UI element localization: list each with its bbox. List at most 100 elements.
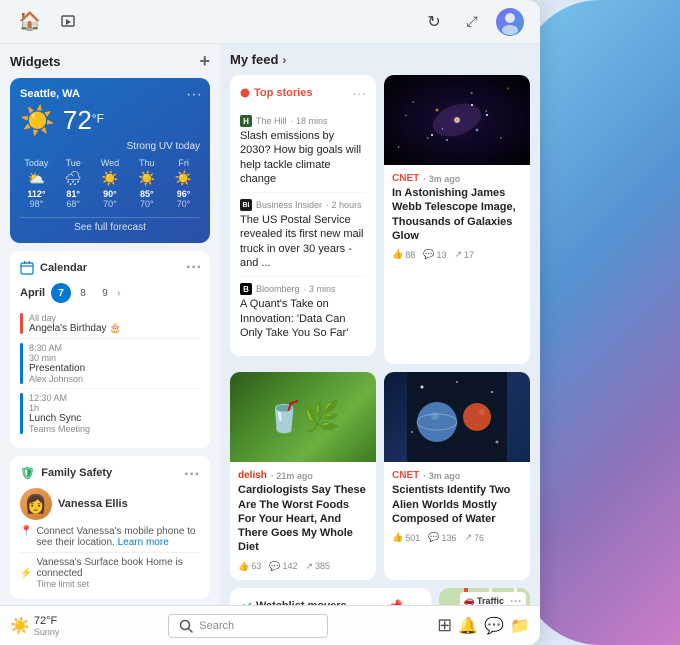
taskbar-weather[interactable]: ☀️ 72°F Sunny xyxy=(10,615,59,637)
comment-button[interactable]: 💬 142 xyxy=(269,561,297,572)
story-title[interactable]: A Quant's Take on Innovation: 'Data Can … xyxy=(240,297,366,340)
watchlist-header: Watchlist movers 📌 ··· xyxy=(240,598,421,605)
event-details: All day Angela's Birthday 🎂 xyxy=(29,313,122,334)
food-image: 🥤🌿 xyxy=(230,372,376,462)
feed-panel: My feed › Top stories ··· xyxy=(220,44,540,605)
expand-button[interactable]: ⤢ xyxy=(458,8,486,36)
event-bar-blue xyxy=(20,393,23,434)
source-name: The Hill xyxy=(256,116,287,126)
taskbar-weather-icon: ☀️ xyxy=(10,616,30,636)
story-item[interactable]: BI Business Insider · 2 hours The US Pos… xyxy=(240,193,366,277)
refresh-button[interactable]: ↻ xyxy=(420,8,448,36)
calendar-day-7[interactable]: 7 xyxy=(51,283,71,303)
weather-location: Seattle, WA xyxy=(20,88,200,100)
widgets-title: Widgets + xyxy=(10,52,210,70)
home-button[interactable]: 🏠 xyxy=(16,8,44,36)
family-safety-icon: 🛡 xyxy=(20,466,35,480)
widgets-label: Widgets xyxy=(10,54,60,69)
family-safety-menu-button[interactable]: ··· xyxy=(184,466,200,484)
family-safety-header: 🛡 Family Safety ··· xyxy=(20,466,200,480)
add-widget-button[interactable]: + xyxy=(199,52,210,70)
stories-menu-button[interactable]: ··· xyxy=(352,85,366,101)
story-item[interactable]: B Bloomberg · 3 mins A Quant's Take on I… xyxy=(240,277,366,346)
calendar-event-lunch: 12:30 AM1h Lunch Sync Teams Meeting xyxy=(20,389,200,438)
family-avatar: 👩 xyxy=(20,488,52,520)
weather-temperature: 72 xyxy=(63,105,92,135)
scientists-card[interactable]: CNET · 3m ago Scientists Identify Two Al… xyxy=(384,372,530,579)
source-name: Business Insider xyxy=(256,200,322,210)
top-stories-icon xyxy=(240,88,250,98)
learn-more-link[interactable]: Learn more xyxy=(118,537,169,548)
cnet-label: CNET xyxy=(392,173,419,184)
taskbar: ☀️ 72°F Sunny Search ⊞ 🔔 💬 📁 xyxy=(0,605,540,645)
taskbar-right: ⊞ 🔔 💬 📁 xyxy=(437,615,530,636)
like-button[interactable]: 👍 63 xyxy=(238,561,261,572)
feed-chevron-icon: › xyxy=(282,53,286,67)
family-member-info: Vanessa Ellis xyxy=(58,498,128,510)
forecast-tue: Tue 🌧 81° 68° xyxy=(57,158,90,209)
forecast-thu: Thu ☀️ 85° 70° xyxy=(130,158,163,209)
watchlist-controls: 📌 ··· xyxy=(388,598,421,605)
share-button[interactable]: ↗ 17 xyxy=(454,249,474,260)
forecast-day-label: Thu xyxy=(130,158,163,168)
comment-button[interactable]: 💬 136 xyxy=(428,532,456,543)
taskbar-notification-icon[interactable]: 🔔 xyxy=(458,616,478,636)
story-source: BI Business Insider · 2 hours xyxy=(240,199,366,211)
forecast-fri: Fri ☀️ 96° 70° xyxy=(167,158,200,209)
story-title[interactable]: Slash emissions by 2030? How big goals w… xyxy=(240,129,366,186)
forecast-day-icon: ☀️ xyxy=(130,170,163,187)
calendar-menu-button[interactable]: ··· xyxy=(186,259,202,277)
story-title[interactable]: The US Postal Service revealed its first… xyxy=(240,213,366,270)
windows-background-swirl xyxy=(520,0,680,645)
weather-unit: °F xyxy=(92,112,104,126)
family-safety-title: Family Safety xyxy=(41,467,112,479)
taskbar-folder-icon[interactable]: 📁 xyxy=(510,616,530,636)
weather-description: Strong UV today xyxy=(20,141,200,152)
forecast-day-high: 81° xyxy=(57,189,90,199)
james-webb-card[interactable]: CNET · 3m ago In Astonishing James Webb … xyxy=(384,75,530,364)
family-location-text: Connect Vanessa's mobile phone to see th… xyxy=(36,526,200,548)
user-avatar[interactable] xyxy=(496,8,524,36)
event-time: 12:30 AM1h xyxy=(29,393,90,413)
calendar-event-presentation: 8:30 AM30 min Presentation Alex Johnson xyxy=(20,339,200,389)
feed-header[interactable]: My feed › xyxy=(230,52,530,67)
calendar-chevron[interactable]: › xyxy=(117,288,120,299)
event-bar-blue xyxy=(20,343,23,384)
share-button[interactable]: ↗ 76 xyxy=(465,532,485,543)
watchlist-menu-button[interactable]: ··· xyxy=(407,598,421,605)
taskbar-widgets-icon[interactable]: ⊞ xyxy=(437,615,452,636)
calendar-day-8[interactable]: 8 xyxy=(73,283,93,303)
like-button[interactable]: 👍 501 xyxy=(392,532,420,543)
planets-visual xyxy=(407,372,507,462)
see-full-forecast-link[interactable]: See full forecast xyxy=(20,222,200,233)
like-button[interactable]: 👍 88 xyxy=(392,249,415,260)
story-item[interactable]: H The Hill · 18 mins Slash emissions by … xyxy=(240,109,366,193)
location-icon: 📍 xyxy=(20,526,32,537)
cardiologist-source: delish · 21m ago xyxy=(238,470,368,481)
weather-temp-display: 72°F xyxy=(63,105,104,136)
cardiologist-actions: 👍 63 💬 142 ↗ 385 xyxy=(238,561,368,572)
sidebar: Widgets + ··· Seattle, WA ☀️ 72°F Strong… xyxy=(0,44,220,605)
traffic-menu-button[interactable]: ··· xyxy=(510,594,522,605)
forecast-day-label: Tue xyxy=(57,158,90,168)
media-button[interactable] xyxy=(54,8,82,36)
cardiologist-card[interactable]: 🥤🌿 delish · 21m ago Cardiologists Say Th… xyxy=(230,372,376,579)
calendar-day-9[interactable]: 9 xyxy=(95,283,115,303)
news-grid: 🥤🌿 delish · 21m ago Cardiologists Say Th… xyxy=(230,372,530,579)
traffic-label: Traffic xyxy=(477,596,504,605)
calendar-days: 7 8 9 › xyxy=(51,283,120,303)
story-time: · 3 mins xyxy=(304,284,336,294)
taskbar-weather-info: 72°F Sunny xyxy=(34,615,60,637)
family-member: 👩 Vanessa Ellis xyxy=(20,488,200,520)
comment-button[interactable]: 💬 13 xyxy=(423,249,446,260)
taskbar-search[interactable]: Search xyxy=(168,614,328,638)
family-device-status: ⚡ Vanessa's Surface book Home is connect… xyxy=(20,557,200,589)
taskbar-chat-icon[interactable]: 💬 xyxy=(484,616,504,636)
event-subtitle: Alex Johnson xyxy=(29,374,85,384)
planet-image xyxy=(384,372,530,462)
share-button[interactable]: ↗ 385 xyxy=(305,561,330,572)
cardiologist-card-body: delish · 21m ago Cardiologists Say These… xyxy=(230,462,376,579)
calendar-icon xyxy=(20,261,34,275)
traffic-card[interactable]: 🚗 Traffic ··· WA-99, Seattle Moderate tr… xyxy=(439,588,530,605)
weather-menu-button[interactable]: ··· xyxy=(186,86,202,104)
